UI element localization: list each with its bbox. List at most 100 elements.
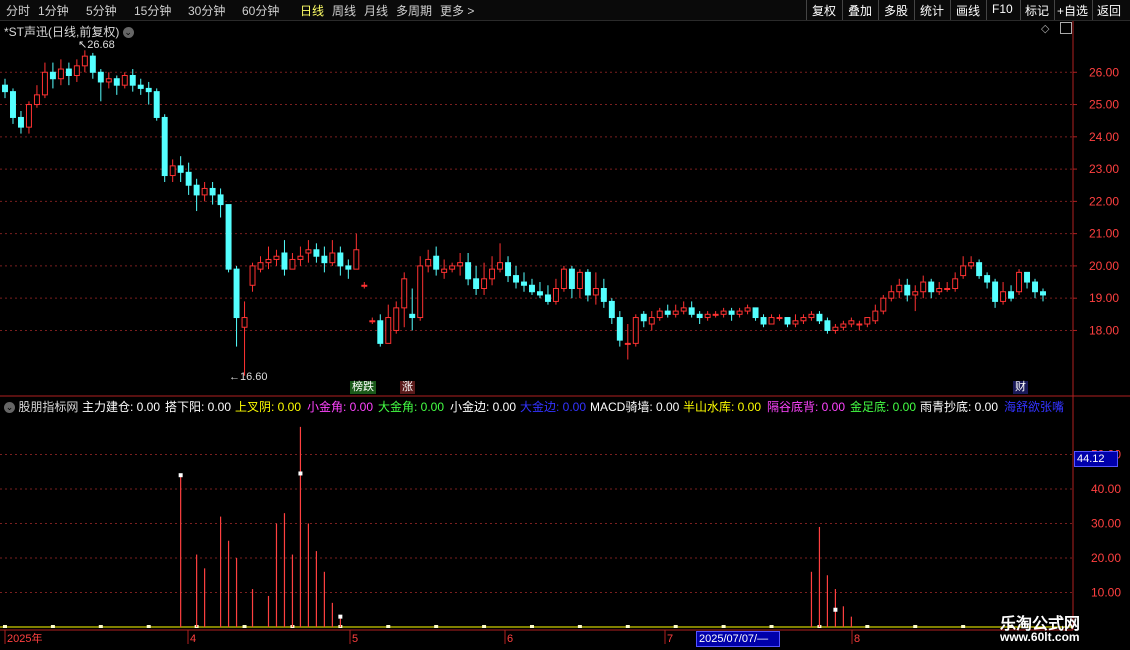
indicator-dot xyxy=(298,471,303,476)
badge-zhang[interactable]: 涨 xyxy=(400,381,415,394)
baseline-marker xyxy=(625,625,630,628)
tab-5min[interactable]: 5分钟 xyxy=(86,2,117,19)
tab-1min[interactable]: 1分钟 xyxy=(38,2,69,19)
candle-body xyxy=(521,281,527,286)
candle-body xyxy=(273,255,280,260)
cursor-date-box: 2025/07/07/— xyxy=(696,631,780,647)
candle-body xyxy=(848,320,855,325)
candle-body xyxy=(449,265,456,270)
candle-body xyxy=(185,171,192,186)
candle-body xyxy=(417,265,424,319)
stats-button[interactable]: 统计 xyxy=(920,2,944,19)
window-toggle-icon[interactable] xyxy=(1060,22,1072,34)
candle-body xyxy=(113,78,120,86)
tab-daily[interactable]: 日线 xyxy=(300,2,324,19)
diamond-icon[interactable]: ◇ xyxy=(1041,22,1049,35)
date-label: 7 xyxy=(667,633,673,645)
candle-body xyxy=(241,317,248,328)
candle-body xyxy=(984,275,991,283)
candle-body xyxy=(760,317,767,325)
tab-60min[interactable]: 60分钟 xyxy=(242,2,279,19)
toolbar-separator xyxy=(806,0,807,20)
candle-body xyxy=(696,313,703,319)
indicator-name: 股朋指标网 xyxy=(18,400,79,414)
indicator-item: 小金角: 0.00 xyxy=(307,400,374,414)
badge-bangdie[interactable]: 榜跌 xyxy=(350,381,376,394)
tab-monthly[interactable]: 月线 xyxy=(364,2,388,19)
candle-body xyxy=(632,317,639,344)
baseline-marker xyxy=(50,625,55,628)
draw-line-button[interactable]: 画线 xyxy=(956,2,980,19)
high-price-label: ↖26.68 xyxy=(78,38,115,51)
indicator-title: ⌄ 股朋指标网 xyxy=(4,398,78,415)
date-label: 6 xyxy=(507,633,513,645)
stock-title: *ST声迅(日线,前复权) xyxy=(4,25,120,39)
candle-body xyxy=(680,307,687,312)
add-watchlist-button[interactable]: +自选 xyxy=(1057,2,1088,19)
tab-weekly[interactable]: 周线 xyxy=(332,2,356,19)
period-toolbar: 分时 1分钟 5分钟 15分钟 30分钟 60分钟 日线 周线 月线 多周期 更… xyxy=(0,0,1130,21)
candle-body xyxy=(912,291,919,296)
baseline-marker xyxy=(3,625,7,628)
candle-body xyxy=(840,323,847,328)
price-tick-label: 24.00 xyxy=(1089,130,1119,144)
candle-body xyxy=(433,255,440,270)
low-value: 16.60 xyxy=(240,371,268,383)
tab-30min[interactable]: 30分钟 xyxy=(188,2,225,19)
f10-button[interactable]: F10 xyxy=(992,2,1013,16)
chevron-down-icon[interactable]: ⌄ xyxy=(4,402,15,414)
tab-more[interactable]: 更多 > xyxy=(440,2,474,19)
candle-body xyxy=(441,268,448,273)
candle-body xyxy=(704,313,711,319)
baseline-marker xyxy=(961,625,966,628)
chart-canvas[interactable]: 26.00 25.00 24.00 23.00 22.00 21.00 20.00 19.00… xyxy=(0,21,1130,650)
candle-body xyxy=(193,184,200,196)
indicator-item: 大金角: 0.00 xyxy=(378,400,445,414)
back-button[interactable]: 返回 xyxy=(1097,2,1121,19)
candle-body xyxy=(153,91,160,118)
candle-body xyxy=(513,275,519,283)
baseline-marker xyxy=(482,625,487,628)
candle-body xyxy=(369,320,376,323)
toolbar-separator xyxy=(986,0,987,20)
candle-body xyxy=(425,258,432,267)
candle-body xyxy=(976,262,983,277)
tab-multi-period[interactable]: 多周期 xyxy=(396,2,432,19)
price-tick-label: 22.00 xyxy=(1089,194,1119,208)
candle-body xyxy=(784,317,791,325)
candle-body xyxy=(688,307,695,315)
candle-body xyxy=(888,291,895,299)
candlestick-series xyxy=(2,50,1046,376)
toolbar-separator xyxy=(842,0,843,20)
chevron-down-icon[interactable]: ⌄ xyxy=(122,27,134,39)
indicator-tick-label: 30.00 xyxy=(1091,517,1121,531)
candle-body xyxy=(121,75,128,86)
tab-15min[interactable]: 15分钟 xyxy=(134,2,171,19)
candle-body xyxy=(1000,291,1007,302)
candle-body xyxy=(161,116,168,177)
low-price-label: ←16.60 xyxy=(229,371,268,383)
candle-body xyxy=(568,268,575,289)
candle-body xyxy=(345,265,352,270)
candle-body xyxy=(544,294,551,302)
candle-body xyxy=(728,310,735,315)
candle-body xyxy=(1008,291,1015,299)
tab-fenshi[interactable]: 分时 xyxy=(6,2,30,19)
multi-stock-button[interactable]: 多股 xyxy=(884,2,908,19)
baseline-marker xyxy=(529,625,534,628)
candle-body xyxy=(457,262,464,267)
candle-body xyxy=(864,317,871,325)
candle-body xyxy=(624,342,631,345)
candle-body xyxy=(17,116,24,128)
badge-cai[interactable]: 财 xyxy=(1013,381,1028,394)
candle-body xyxy=(473,278,480,289)
mark-button[interactable]: 标记 xyxy=(1025,2,1049,19)
overlay-button[interactable]: 叠加 xyxy=(848,2,872,19)
fuquan-button[interactable]: 复权 xyxy=(812,2,836,19)
candle-body xyxy=(920,281,927,293)
candle-body xyxy=(393,307,400,331)
candle-body xyxy=(824,320,831,331)
indicator-dot xyxy=(338,614,343,619)
candle-body xyxy=(465,262,472,280)
candle-body xyxy=(265,258,272,264)
